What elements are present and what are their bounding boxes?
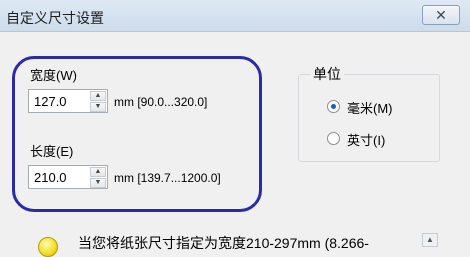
length-label: 长度(E) [30,144,74,159]
length-range: mm [139.7...1200.0] [114,171,221,185]
spin-up-icon: ▲ [94,92,102,99]
radio-inch-label[interactable]: 英寸(I) [347,130,385,149]
close-button[interactable]: ✕ [422,5,460,25]
length-increment-button[interactable]: ▲ [90,167,106,177]
radio-mm-label[interactable]: 毫米(M) [347,98,393,117]
width-spinbox[interactable]: 127.0 ▲ ▼ [28,89,108,113]
length-spinbox[interactable]: 210.0 ▲ ▼ [28,165,108,189]
radio-selected-dot [331,104,336,109]
scroll-up-icon: ▲ [426,235,434,244]
width-range: mm [90.0...320.0] [114,95,208,109]
width-label: 宽度(W) [30,68,77,83]
length-input[interactable]: 210.0 [34,170,67,185]
width-decrement-button[interactable]: ▼ [90,102,106,112]
width-input[interactable]: 127.0 [34,94,67,109]
width-increment-button[interactable]: ▲ [90,91,106,101]
info-text: 当您将纸张尺寸指定为宽度210-297mm (8.266- [78,235,369,251]
info-icon [38,237,58,257]
length-decrement-button[interactable]: ▼ [90,178,106,188]
title-bar: 自定义尺寸设置 ✕ [0,0,470,32]
window-title: 自定义尺寸设置 [6,10,104,26]
spin-down-icon: ▼ [94,179,102,186]
spin-up-icon: ▲ [94,168,102,175]
close-icon: ✕ [435,7,447,23]
scrollbar-up-button[interactable]: ▲ [422,233,438,247]
radio-inch[interactable] [327,132,340,145]
unit-group-title: 单位 [310,64,344,84]
spin-down-icon: ▼ [94,103,102,110]
radio-mm[interactable] [327,100,340,113]
